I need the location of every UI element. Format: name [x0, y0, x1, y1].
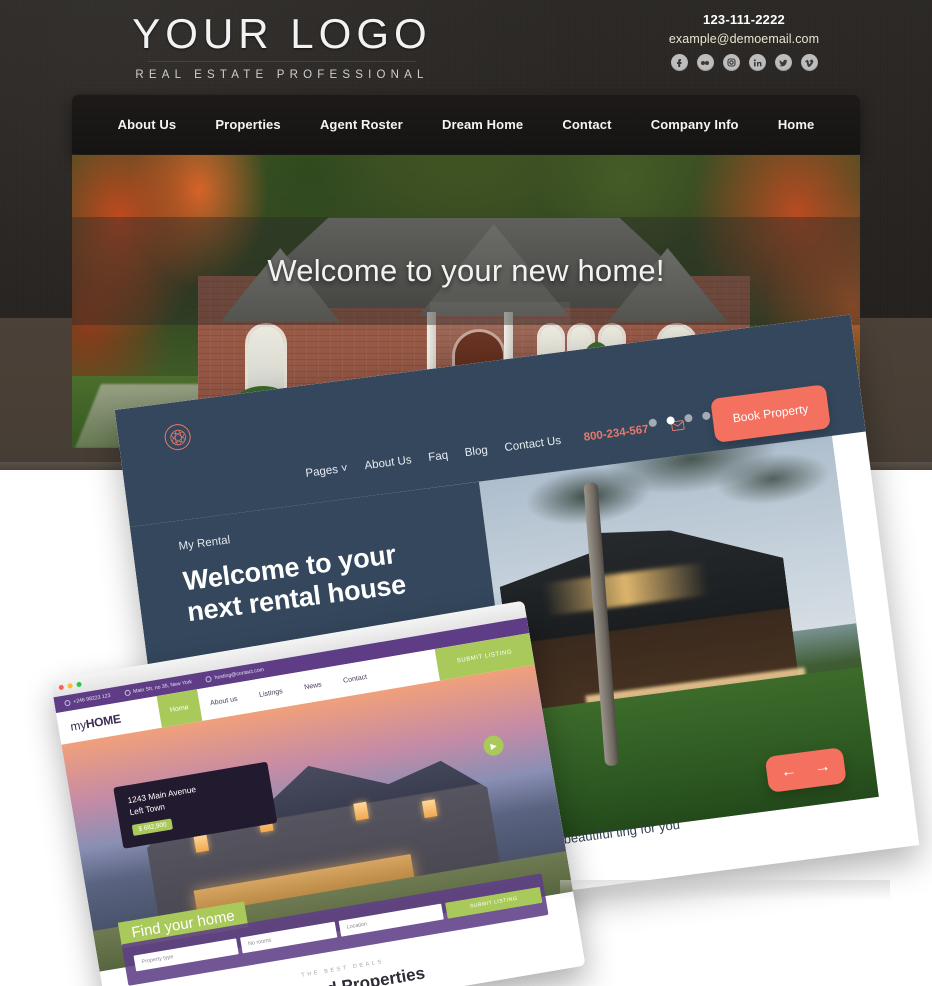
- browser-minimize-icon[interactable]: [67, 683, 74, 689]
- logo-divider: [148, 61, 416, 63]
- nav-item-faq[interactable]: Faq: [428, 449, 449, 463]
- carousel-next-icon[interactable]: →: [814, 758, 832, 778]
- myrental-phone[interactable]: 800-234-567: [583, 423, 649, 443]
- mail-icon: [205, 675, 213, 683]
- social-links: [634, 54, 854, 71]
- flickr-icon[interactable]: [696, 54, 714, 71]
- carousel-prev-icon[interactable]: ←: [780, 762, 798, 782]
- nav-item-home[interactable]: Home: [758, 117, 834, 132]
- phone-icon: [64, 699, 71, 707]
- vimeo-icon[interactable]: [800, 54, 818, 71]
- myrental-logo-icon[interactable]: [163, 422, 193, 452]
- carousel-dot-1[interactable]: [648, 418, 658, 428]
- nav-item-agent-roster[interactable]: Agent Roster: [300, 117, 422, 132]
- instagram-icon[interactable]: [722, 54, 740, 71]
- house-window-4: [421, 799, 438, 819]
- site-three-myhome-template: +246 98223 123 Main Str, no 35, New York…: [50, 600, 586, 986]
- logo-tagline: REAL ESTATE PROFESSIONAL: [135, 69, 429, 82]
- book-property-button[interactable]: Book Property: [710, 384, 831, 443]
- header-email[interactable]: example@demoemail.com: [634, 32, 854, 46]
- main-navigation: About Us Properties Agent Roster Dream H…: [72, 94, 860, 154]
- contact-phone-label: +246 98223 123: [72, 692, 112, 706]
- browser-maximize-icon[interactable]: [76, 681, 82, 688]
- brand-block: YOUR LOGO REAL ESTATE PROFESSIONAL: [72, 10, 492, 82]
- nav-item-pages[interactable]: Pages ˅: [305, 463, 349, 480]
- property-price-badge: $ 682,900: [131, 817, 174, 836]
- nav-item-blog[interactable]: Blog: [464, 444, 488, 459]
- nav-item-about-us[interactable]: About Us: [364, 454, 412, 472]
- screenshot-collage: YOUR LOGO REAL ESTATE PROFESSIONAL 123-1…: [0, 0, 932, 986]
- linkedin-icon[interactable]: [748, 54, 766, 71]
- carousel-dot-2[interactable]: [666, 416, 676, 425]
- pin-icon: [123, 689, 131, 697]
- browser-close-icon[interactable]: [58, 684, 65, 691]
- carousel-dot-3[interactable]: [683, 413, 693, 423]
- logo-title: YOUR LOGO: [132, 10, 432, 57]
- location-field[interactable]: Location: [338, 903, 444, 937]
- hero-caption-bar: Welcome to your new home!: [72, 217, 860, 325]
- header-phone[interactable]: 123-111-2222: [634, 12, 854, 27]
- collage-bottom-shadow: [560, 880, 890, 900]
- facebook-icon[interactable]: [670, 54, 688, 71]
- nav-item-properties[interactable]: Properties: [196, 117, 301, 132]
- nav-item-dream-home[interactable]: Dream Home: [422, 117, 542, 132]
- myrental-eyebrow: My Rental: [178, 534, 231, 553]
- house-window-3: [353, 801, 370, 821]
- property-type-field[interactable]: Property type: [133, 938, 239, 972]
- nav-item-company-info[interactable]: Company Info: [631, 117, 758, 132]
- header-contact-block: 123-111-2222 example@demoemail.com: [634, 12, 854, 71]
- twitter-icon[interactable]: [774, 54, 792, 71]
- logo-suffix: HOME: [84, 711, 122, 732]
- nav-item-about-us[interactable]: About Us: [98, 117, 196, 132]
- hero-caption-text: Welcome to your new home!: [267, 253, 665, 288]
- no-rooms-field[interactable]: No rooms: [240, 921, 338, 954]
- submit-listing-button[interactable]: SUBMIT LISTING: [445, 886, 543, 919]
- nav-item-contact[interactable]: Contact: [543, 117, 631, 132]
- carousel-dot-4[interactable]: [701, 411, 711, 421]
- nav-item-contact-us[interactable]: Contact Us: [504, 435, 562, 454]
